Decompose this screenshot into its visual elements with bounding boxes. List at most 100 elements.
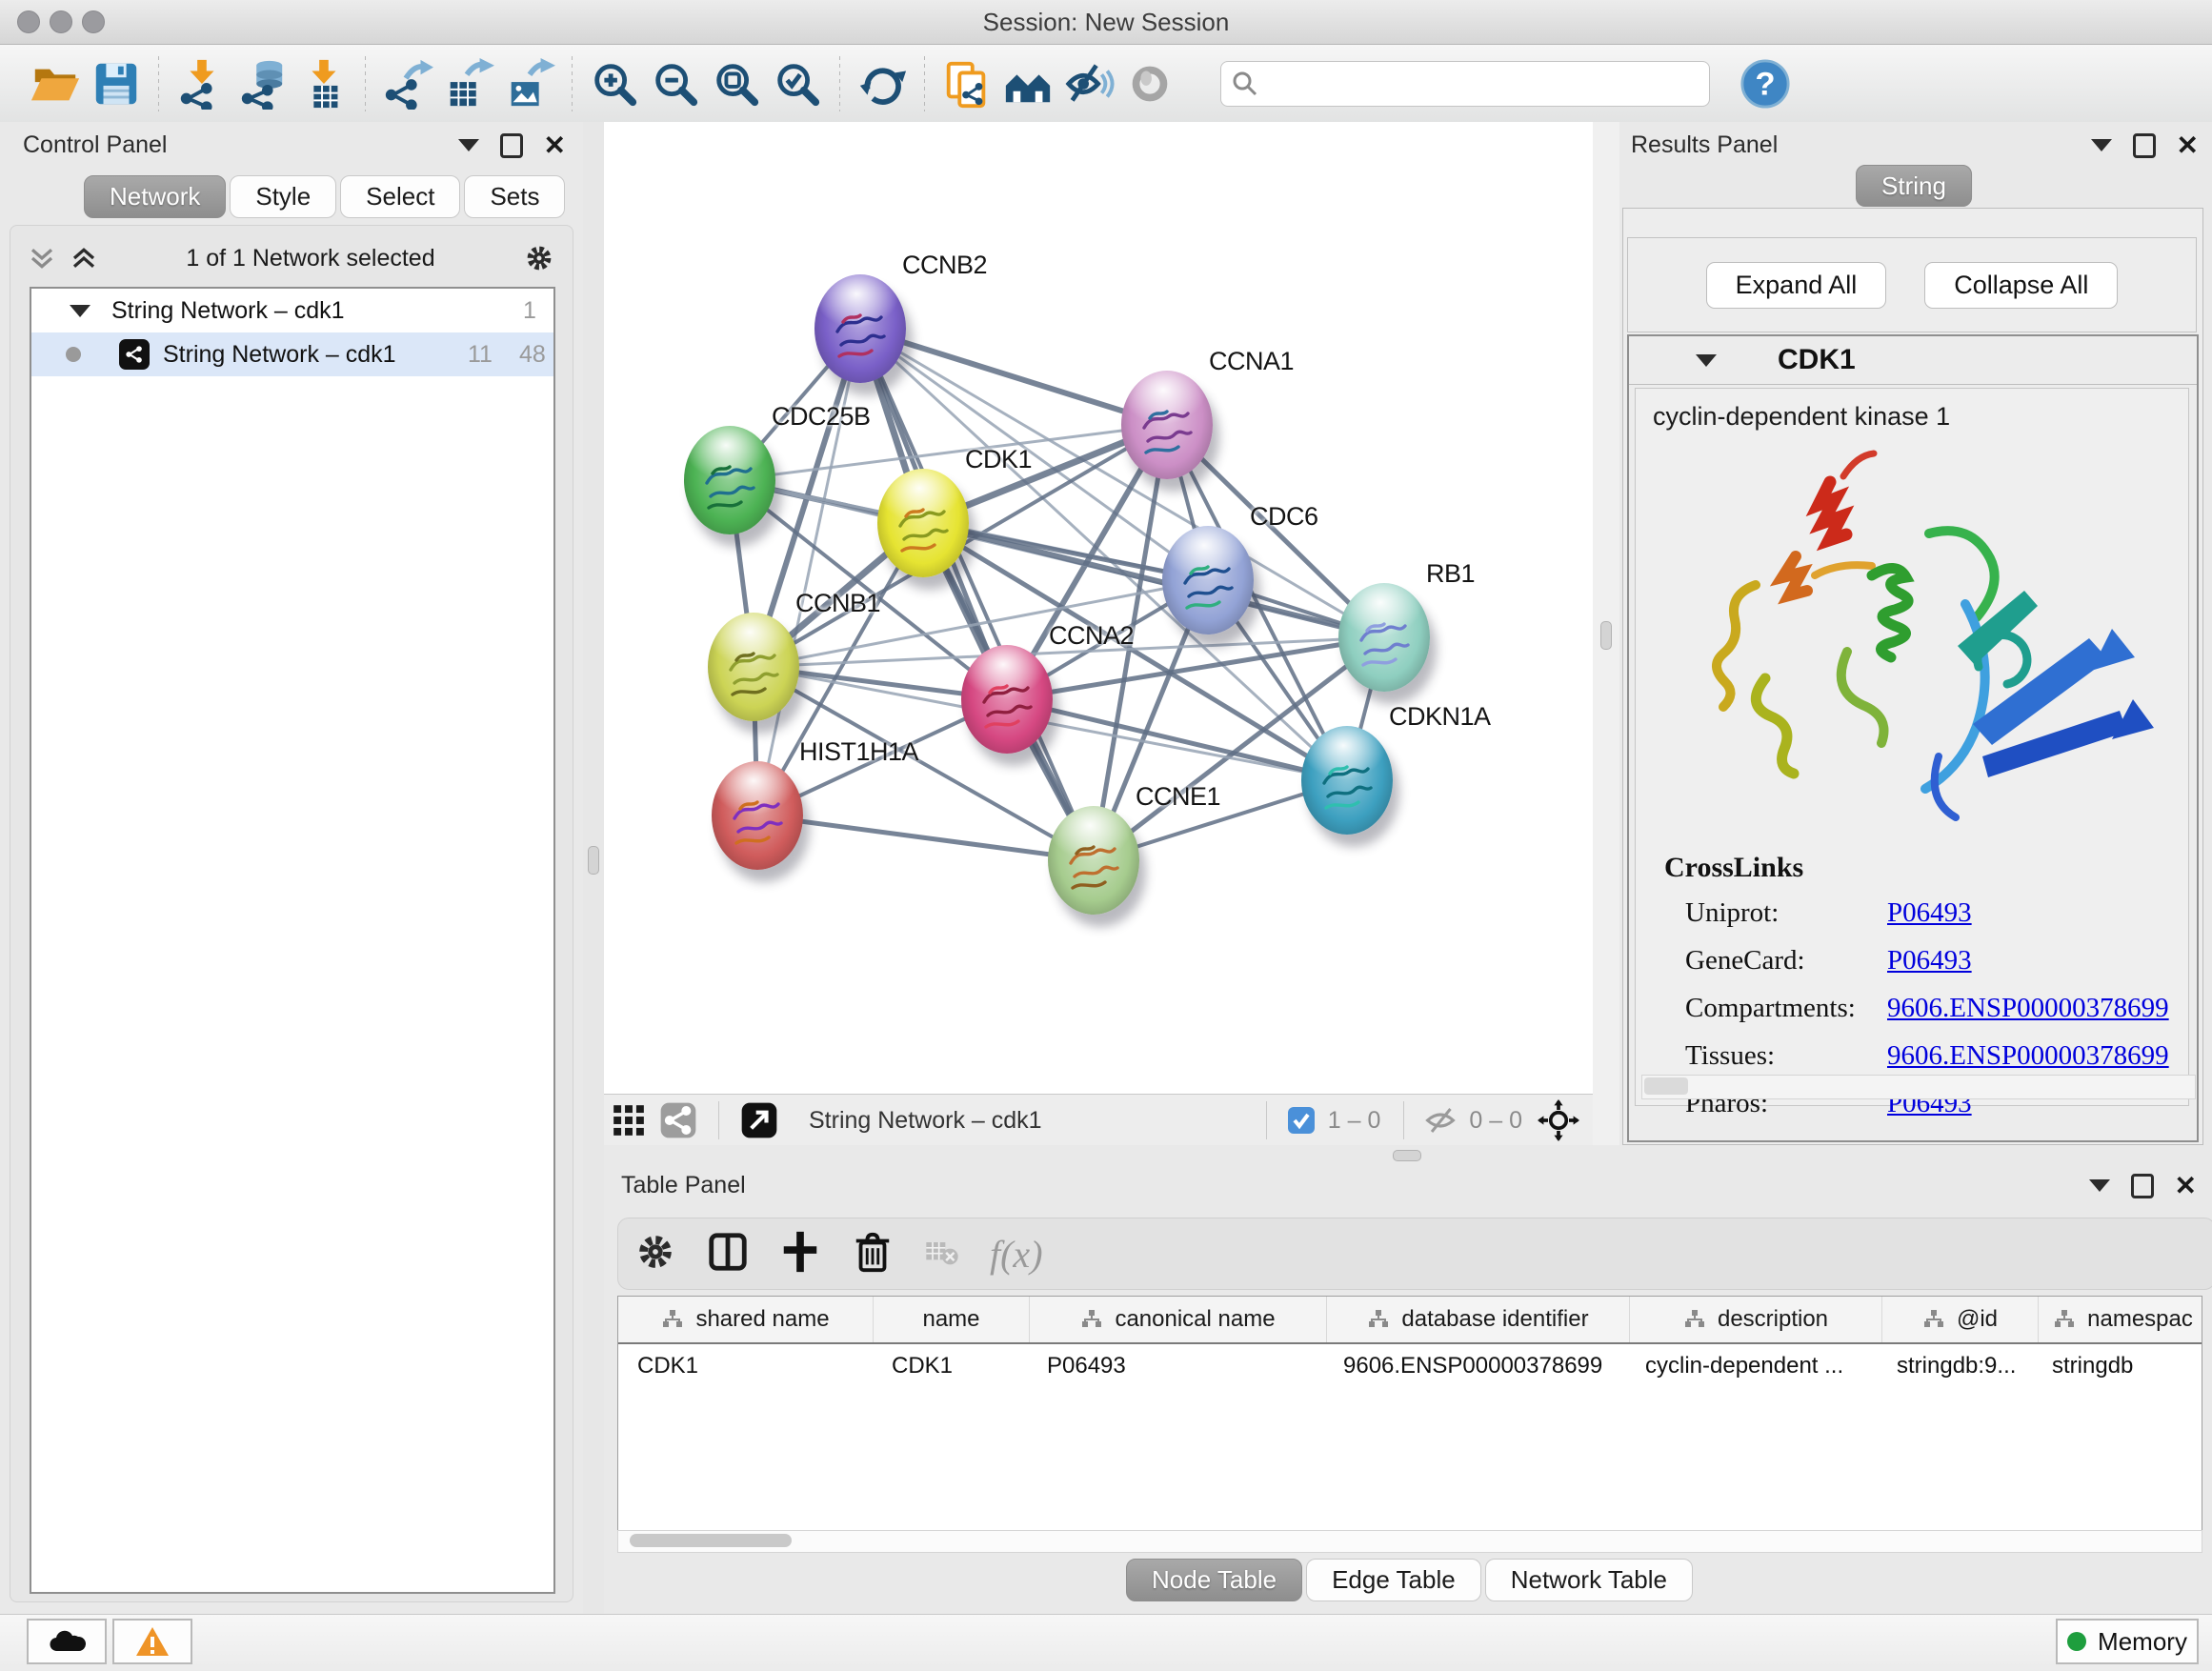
crosslink-link[interactable]: P06493	[1887, 945, 1972, 976]
import-network-file-icon[interactable]	[171, 53, 231, 114]
crosslink-link[interactable]: 9606.ENSP00000378699	[1887, 1040, 2169, 1072]
network-view[interactable]: CCNB2CCNA1CDC25BCDK1CDC6RB1CCNB1CCNA2CDK…	[604, 122, 1593, 1094]
first-neighbors-icon[interactable]	[997, 53, 1058, 114]
float-panel-icon[interactable]	[2133, 133, 2156, 158]
import-network-database-icon[interactable]	[231, 53, 292, 114]
close-panel-icon[interactable]: ✕	[2175, 1177, 2197, 1196]
add-column-icon[interactable]	[778, 1230, 822, 1278]
splitter-grip[interactable]	[588, 846, 599, 875]
cell-database-identifier[interactable]: 9606.ENSP00000378699	[1324, 1353, 1626, 1379]
network-node-cdc6[interactable]	[1162, 526, 1254, 634]
gear-icon[interactable]	[523, 242, 555, 274]
tab-network-table[interactable]: Network Table	[1485, 1559, 1693, 1601]
expand-all-button[interactable]: Expand All	[1706, 262, 1887, 309]
network-node-cdc25b[interactable]	[684, 426, 775, 534]
panel-menu-icon[interactable]	[2091, 139, 2112, 151]
export-image-icon[interactable]	[499, 53, 560, 114]
close-panel-icon[interactable]: ✕	[2177, 136, 2199, 155]
network-node-ccnb2[interactable]	[814, 274, 906, 383]
cell-name[interactable]: CDK1	[873, 1353, 1028, 1379]
zoom-in-icon[interactable]	[584, 53, 645, 114]
float-panel-icon[interactable]	[500, 133, 523, 158]
column-header-name[interactable]: name	[874, 1297, 1030, 1342]
collection-expand-icon[interactable]	[70, 305, 90, 317]
splitter-grip[interactable]	[1600, 621, 1612, 650]
birds-eye-view-icon[interactable]	[734, 1090, 784, 1151]
table-row[interactable]: CDK1CDK1P064939606.ENSP00000378699cyclin…	[618, 1344, 2202, 1388]
table-settings-gear-icon[interactable]	[633, 1230, 677, 1278]
network-node-cdk1[interactable]	[877, 469, 969, 577]
open-session-icon[interactable]	[25, 53, 86, 114]
crosslink-link[interactable]: P06493	[1887, 897, 1972, 929]
search-field[interactable]	[1220, 61, 1710, 107]
crosslink-row: Compartments:9606.ENSP00000378699	[1685, 993, 2169, 1024]
network-collection-row[interactable]: String Network – cdk1 1	[31, 289, 553, 332]
cell-shared-name[interactable]: CDK1	[618, 1353, 873, 1379]
fit-content-icon[interactable]	[706, 53, 767, 114]
tab-select[interactable]: Select	[340, 175, 460, 218]
network-node-ccna2[interactable]	[961, 645, 1053, 754]
warnings-button[interactable]	[112, 1619, 192, 1664]
network-node-ccna1[interactable]	[1121, 371, 1213, 479]
network-node-ccne1[interactable]	[1048, 806, 1139, 915]
results-hscrollbar[interactable]	[1641, 1075, 2196, 1099]
expand-all-icon[interactable]	[28, 244, 56, 272]
network-share-icon[interactable]	[654, 1090, 703, 1151]
tab-edge-table[interactable]: Edge Table	[1306, 1559, 1481, 1601]
column-header-canonical-name[interactable]: canonical name	[1030, 1297, 1327, 1342]
horizontal-splitter[interactable]	[604, 1145, 2212, 1164]
zoom-selected-icon[interactable]	[767, 53, 828, 114]
network-node-cdkn1a[interactable]	[1301, 726, 1393, 835]
clone-network-icon[interactable]	[936, 53, 997, 114]
export-table-icon[interactable]	[438, 53, 499, 114]
right-splitter[interactable]	[1593, 122, 1619, 1145]
column-header--id[interactable]: @id	[1882, 1297, 2039, 1342]
cloud-status-button[interactable]	[27, 1619, 107, 1664]
close-panel-icon[interactable]: ✕	[544, 136, 566, 155]
show-all-icon[interactable]	[1119, 53, 1180, 114]
column-header-shared-name[interactable]: shared name	[618, 1297, 874, 1342]
panel-menu-icon[interactable]	[458, 139, 479, 151]
refresh-icon[interactable]	[852, 53, 913, 114]
panel-menu-icon[interactable]	[2089, 1179, 2110, 1192]
float-panel-icon[interactable]	[2131, 1174, 2154, 1198]
collapse-all-button[interactable]: Collapse All	[1924, 262, 2118, 309]
tab-network[interactable]: Network	[84, 175, 226, 218]
network-node-rb1[interactable]	[1338, 583, 1430, 692]
hide-selected-icon[interactable]	[1058, 53, 1119, 114]
table-hscrollbar[interactable]	[617, 1530, 2202, 1553]
delete-column-trash-icon[interactable]	[851, 1230, 895, 1278]
search-input[interactable]	[1259, 70, 1699, 98]
left-splitter[interactable]	[583, 122, 604, 1614]
cell-canonical-name[interactable]: P06493	[1028, 1353, 1324, 1379]
cell-description[interactable]: cyclin-dependent ...	[1626, 1353, 1878, 1379]
import-table-file-icon[interactable]	[292, 53, 353, 114]
cell-namespac[interactable]: stringdb	[2033, 1353, 2202, 1379]
crosslink-link[interactable]: 9606.ENSP00000378699	[1887, 993, 2169, 1024]
node-table[interactable]: shared namenamecanonical namedatabase id…	[617, 1296, 2202, 1532]
collapse-entry-icon[interactable]	[1696, 354, 1717, 367]
help-icon[interactable]: ?	[1735, 53, 1796, 114]
column-header-description[interactable]: description	[1630, 1297, 1882, 1342]
tab-node-table[interactable]: Node Table	[1126, 1559, 1302, 1601]
network-row[interactable]: String Network – cdk1 11 48	[31, 332, 553, 376]
tab-sets[interactable]: Sets	[464, 175, 565, 218]
collapse-all-icon[interactable]	[70, 244, 98, 272]
tab-string[interactable]: String	[1856, 165, 1972, 207]
pan-crosshair-icon[interactable]	[1530, 1090, 1587, 1151]
network-node-ccnb1[interactable]	[708, 613, 799, 721]
memory-button[interactable]: Memory	[2056, 1619, 2199, 1664]
save-session-icon[interactable]	[86, 53, 147, 114]
column-header-namespac[interactable]: namespac	[2039, 1297, 2202, 1342]
scrollbar-thumb[interactable]	[630, 1534, 792, 1547]
splitter-grip[interactable]	[1393, 1150, 1421, 1161]
show-columns-icon[interactable]	[706, 1230, 750, 1278]
zoom-out-icon[interactable]	[645, 53, 706, 114]
export-network-icon[interactable]	[377, 53, 438, 114]
grid-view-icon[interactable]	[604, 1090, 654, 1151]
cell--id[interactable]: stringdb:9...	[1878, 1353, 2033, 1379]
network-node-hist1h1a[interactable]	[712, 761, 803, 870]
tab-style[interactable]: Style	[230, 175, 336, 218]
selected-checkbox-icon[interactable]	[1282, 1090, 1320, 1151]
column-header-database-identifier[interactable]: database identifier	[1327, 1297, 1630, 1342]
